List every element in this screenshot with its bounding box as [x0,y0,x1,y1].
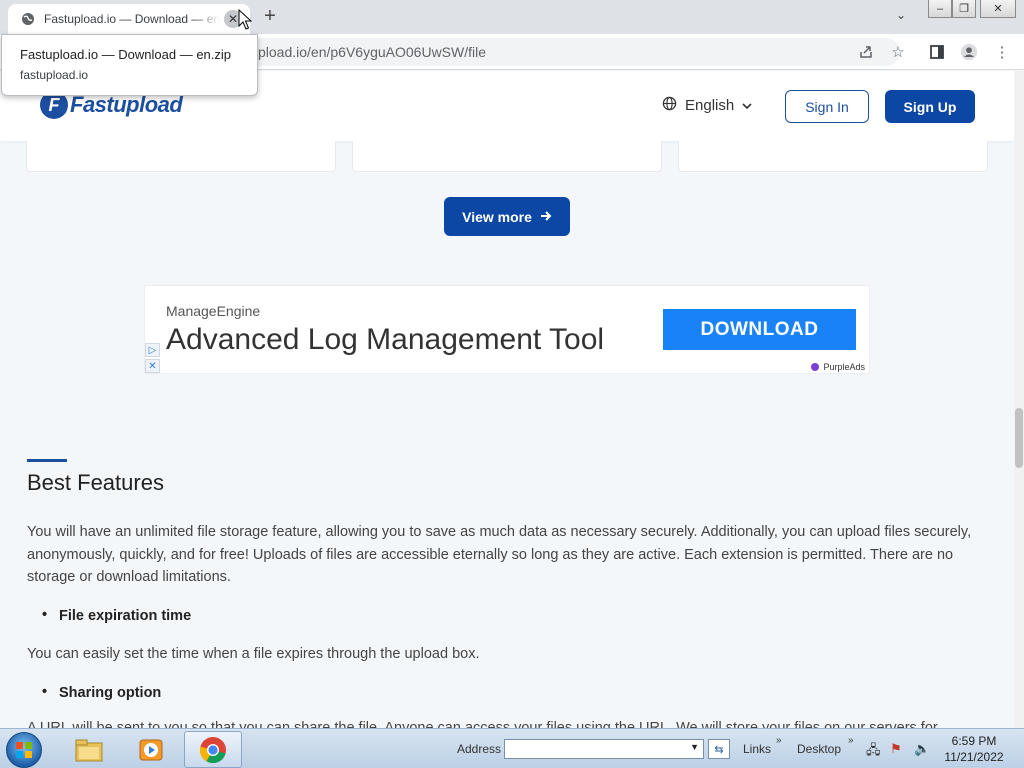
windows-taskbar: Address ▼ ⇆ Links » Desktop » 🖧 ⚑ 🔈 6:59… [0,728,1024,768]
chrome-icon [199,736,226,763]
sign-in-button[interactable]: Sign In [785,90,869,123]
hover-card-domain: fastupload.io [20,68,89,82]
tab-title: Fastupload.io — Download — en.zip [44,12,220,26]
features-intro-text: You will have an unlimited file storage … [27,524,972,585]
taskbar-media-player[interactable] [122,731,180,768]
ad-network-label: PurpleAds [823,361,865,372]
ad-network-badge[interactable]: PurpleAds [807,360,869,373]
hover-card-title: Fastupload.io — Download — en.zip [20,47,232,62]
feature-bullet-label: Sharing option [59,685,162,701]
tab-hover-card: Fastupload.io — Download — en.zip fastup… [1,34,258,96]
taskbar-explorer[interactable] [60,731,118,768]
language-selector[interactable]: English [662,96,752,115]
network-icon[interactable]: 🖧 [866,741,881,763]
purpleads-dot-icon [811,362,820,371]
close-window-icon[interactable]: ✕ [980,0,1016,18]
sign-up-button[interactable]: Sign Up [885,90,975,123]
feature-description: You can easily set the time when a file … [27,646,480,662]
page-scrollbar[interactable] [1014,71,1024,728]
taskbar-chrome[interactable] [184,731,242,768]
clock-time: 6:59 PM [951,734,997,748]
folder-icon [75,739,103,761]
taskbar-address-input[interactable]: ▼ [504,739,704,759]
ad-close-icon[interactable]: ✕ [145,359,160,373]
url-text[interactable]: pload.io/en/p6V6yguAO06UwSW/file [258,44,486,60]
adchoices-icon[interactable]: ▷ [145,343,160,357]
bookmark-star-icon[interactable]: ☆ [889,43,907,61]
view-more-label: View more [462,208,532,225]
tab-search-chevron-icon[interactable]: ⌄ [896,8,906,22]
side-panel-icon[interactable] [928,43,946,61]
mouse-pointer-icon [238,9,252,30]
action-center-alert-icon[interactable]: ⚑ [890,741,902,757]
feature-bullet: File expiration time [42,607,192,624]
feature-card [26,141,336,172]
restore-icon[interactable]: ❐ [952,0,976,18]
arrow-right-icon [540,209,552,225]
minimize-icon[interactable]: – [928,0,952,18]
section-heading: Best Features [27,470,164,495]
feature-bullet: Sharing option [42,684,162,701]
advertisement-banner[interactable]: ManageEngine Advanced Log Management Too… [144,285,870,374]
globe-icon [662,96,677,115]
globe-favicon-icon [20,11,36,27]
language-label: English [685,97,735,114]
volume-icon[interactable]: 🔈 [914,741,930,757]
ad-download-button[interactable]: DOWNLOAD [663,309,856,350]
profile-avatar-icon[interactable] [960,43,978,61]
chevron-down-icon [742,99,752,113]
media-player-icon [139,739,163,760]
toolbar-chevron-icon[interactable]: » [776,735,782,746]
browser-tab[interactable]: Fastupload.io — Download — en.zip ✕ [8,4,250,34]
new-tab-plus-icon[interactable]: + [260,6,280,26]
links-toolbar-label[interactable]: Links [743,742,771,756]
feature-description: A URL will be sent to you so that you ca… [27,720,938,728]
go-arrow-icon[interactable]: ⇆ [708,739,730,759]
feature-card [352,141,662,172]
share-icon[interactable] [857,43,875,61]
browser-menu-icon[interactable]: ⋮ [993,43,1011,61]
feature-card [678,141,988,172]
toolbar-chevron-icon[interactable]: » [848,735,854,746]
start-button[interactable] [6,732,42,768]
dropdown-arrow-icon[interactable]: ▼ [690,742,699,752]
desktop-toolbar-label[interactable]: Desktop [797,742,841,756]
scrollbar-thumb[interactable] [1015,408,1023,468]
feature-bullet-label: File expiration time [59,608,192,624]
clock-date: 11/21/2022 [944,750,1004,764]
system-clock[interactable]: 6:59 PM 11/21/2022 [942,733,1006,765]
heading-accent-line [27,459,67,462]
windows-logo-icon [16,742,32,758]
browser-tab-strip: Fastupload.io — Download — en.zip ✕ + ⌄ … [0,0,1024,34]
view-more-button[interactable]: View more [444,197,570,236]
ad-brand: ManageEngine [166,303,261,319]
ad-headline[interactable]: Advanced Log Management Tool [166,323,604,357]
address-toolbar-label: Address [457,742,502,756]
